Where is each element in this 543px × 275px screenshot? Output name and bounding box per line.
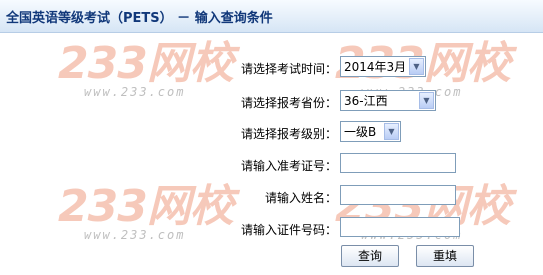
province-label: 请选择报考省份： [240,96,337,110]
exam-time-row: 请选择考试时间： 2014年3月 ▼ [0,56,543,82]
page-header: 全国英语等级考试（PETS） － 输入查询条件 [0,0,543,33]
name-input[interactable] [340,185,456,205]
level-label: 请选择报考级别： [240,127,337,141]
exam-time-value: 2014年3月 [344,60,407,74]
province-select[interactable]: 36-江西 ▼ [340,90,436,111]
ticket-no-label: 请输入准考证号： [240,159,337,173]
level-select[interactable]: 一级B ▼ [340,121,401,142]
level-row: 请选择报考级别： 一级B ▼ [0,121,543,147]
ticket-no-input[interactable] [340,153,456,173]
level-value: 一级B [344,125,377,139]
ticket-no-row: 请输入准考证号： [0,153,543,179]
reset-button[interactable]: 重填 [416,245,474,267]
exam-time-select[interactable]: 2014年3月 ▼ [340,56,426,77]
name-row: 请输入姓名： [0,185,543,211]
query-button[interactable]: 查询 [341,245,399,267]
province-value: 36-江西 [344,94,388,108]
id-no-input[interactable] [340,217,460,237]
chevron-down-icon: ▼ [419,92,434,109]
exam-time-label: 请选择考试时间： [240,62,337,76]
id-no-label: 请输入证件号码： [240,223,337,237]
chevron-down-icon: ▼ [409,58,424,75]
name-label: 请输入姓名： [264,191,337,205]
id-no-row: 请输入证件号码： [0,217,543,243]
province-row: 请选择报考省份： 36-江西 ▼ [0,90,543,116]
chevron-down-icon: ▼ [384,123,399,140]
page-title: 全国英语等级考试（PETS） － 输入查询条件 [6,11,273,26]
